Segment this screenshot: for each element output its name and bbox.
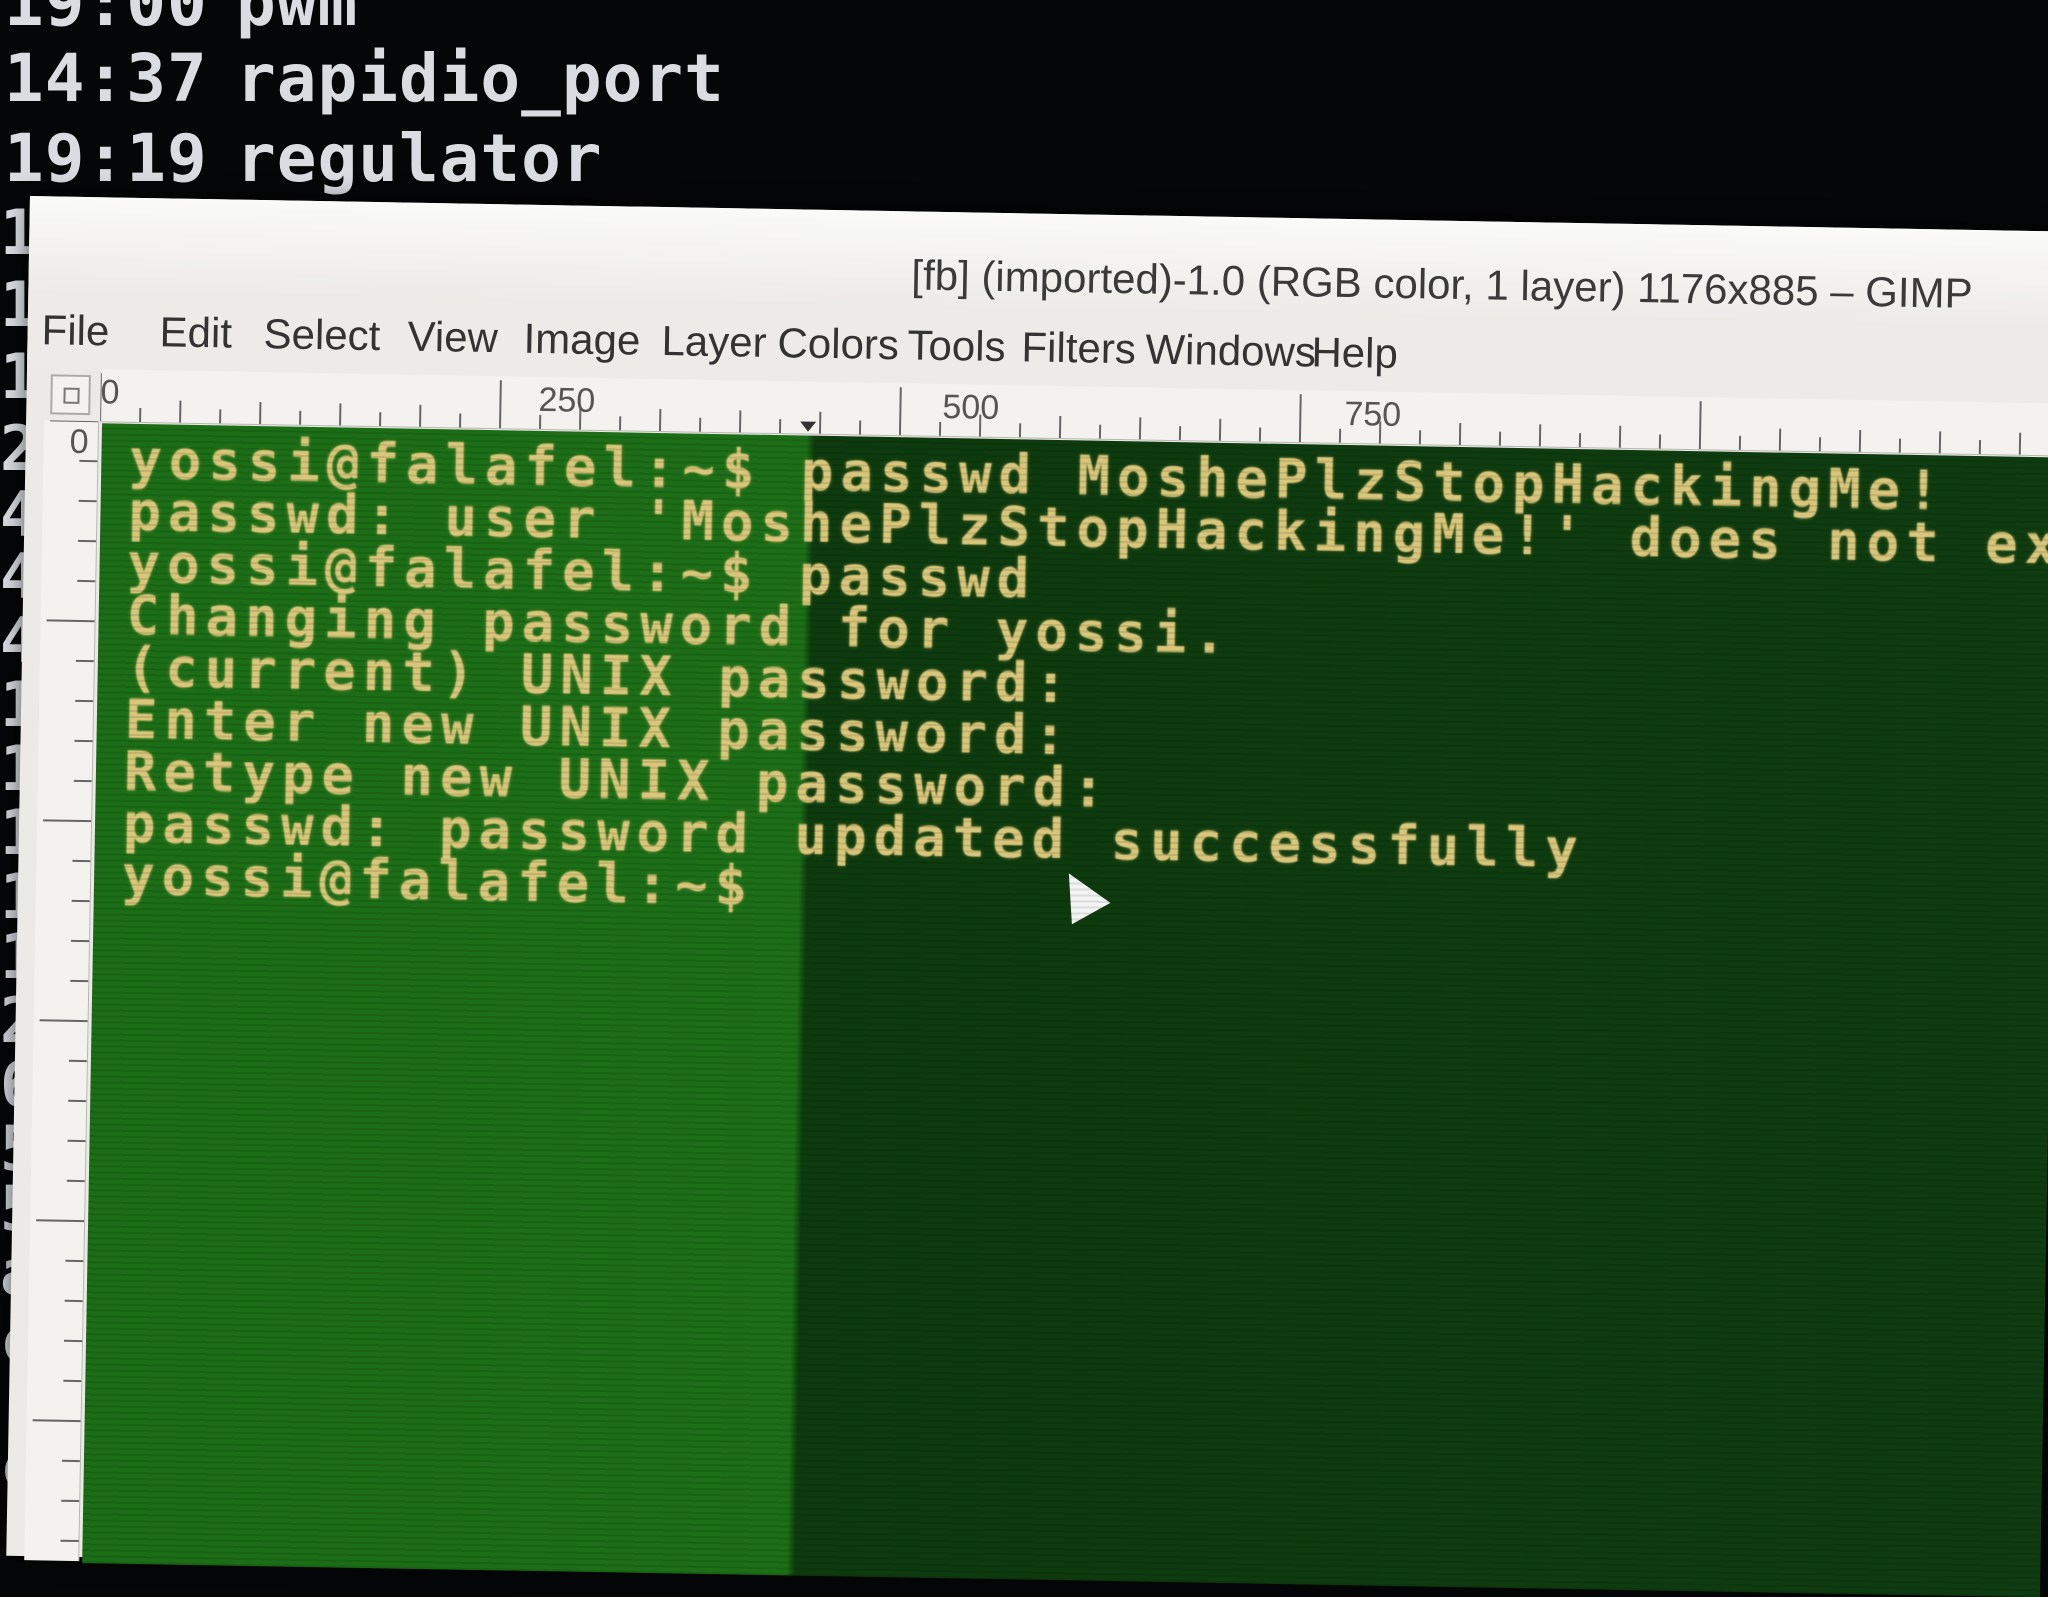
ruler-label-750: 750 xyxy=(1344,395,1401,435)
row-name: rapidio_port xyxy=(236,40,725,117)
row-time: 19:00 xyxy=(4,0,236,41)
image-canvas[interactable]: yossi@falafel:~$ passwd MoshePlzStopHack… xyxy=(82,423,2048,1597)
window-title: [fb] (imported)-1.0 (RGB color, 1 layer)… xyxy=(911,251,1973,318)
menu-help[interactable]: Help xyxy=(1311,328,1398,378)
gimp-window: [fb] (imported)-1.0 (RGB color, 1 layer)… xyxy=(6,196,2048,1591)
row-time: 14:37 xyxy=(4,40,236,117)
terminal-listing-row: 14:37rapidio_port xyxy=(4,40,725,117)
menu-image[interactable]: Image xyxy=(523,315,641,365)
menu-filters[interactable]: Filters xyxy=(1021,323,1136,373)
quick-mask-toggle-icon[interactable] xyxy=(50,374,91,415)
menu-colors[interactable]: Colors xyxy=(777,319,899,369)
row-name: pwm xyxy=(236,0,358,41)
row-time: 19:19 xyxy=(4,120,236,197)
ruler-label-0: 0 xyxy=(100,373,120,412)
menu-view[interactable]: View xyxy=(407,313,498,363)
menu-file[interactable]: File xyxy=(41,306,110,355)
pointer-position-marker-icon xyxy=(800,421,816,431)
mouse-pointer-icon xyxy=(1050,863,1111,925)
menu-tools[interactable]: Tools xyxy=(907,321,1006,371)
terminal-listing-row: 19:19regulator xyxy=(4,120,603,197)
terminal-listing-row: 19:00pwm xyxy=(4,0,358,41)
menu-edit[interactable]: Edit xyxy=(159,308,232,357)
vertical-ruler-label-0: 0 xyxy=(69,423,89,462)
menu-windows[interactable]: Windows xyxy=(1145,325,1316,376)
ruler-label-250: 250 xyxy=(538,381,595,421)
menu-select[interactable]: Select xyxy=(263,310,381,360)
terminal-line: yossi@falafel:~$ xyxy=(122,844,755,918)
menu-layer[interactable]: Layer xyxy=(661,317,767,367)
ruler-label-500: 500 xyxy=(942,388,999,428)
row-name: regulator xyxy=(236,120,603,197)
